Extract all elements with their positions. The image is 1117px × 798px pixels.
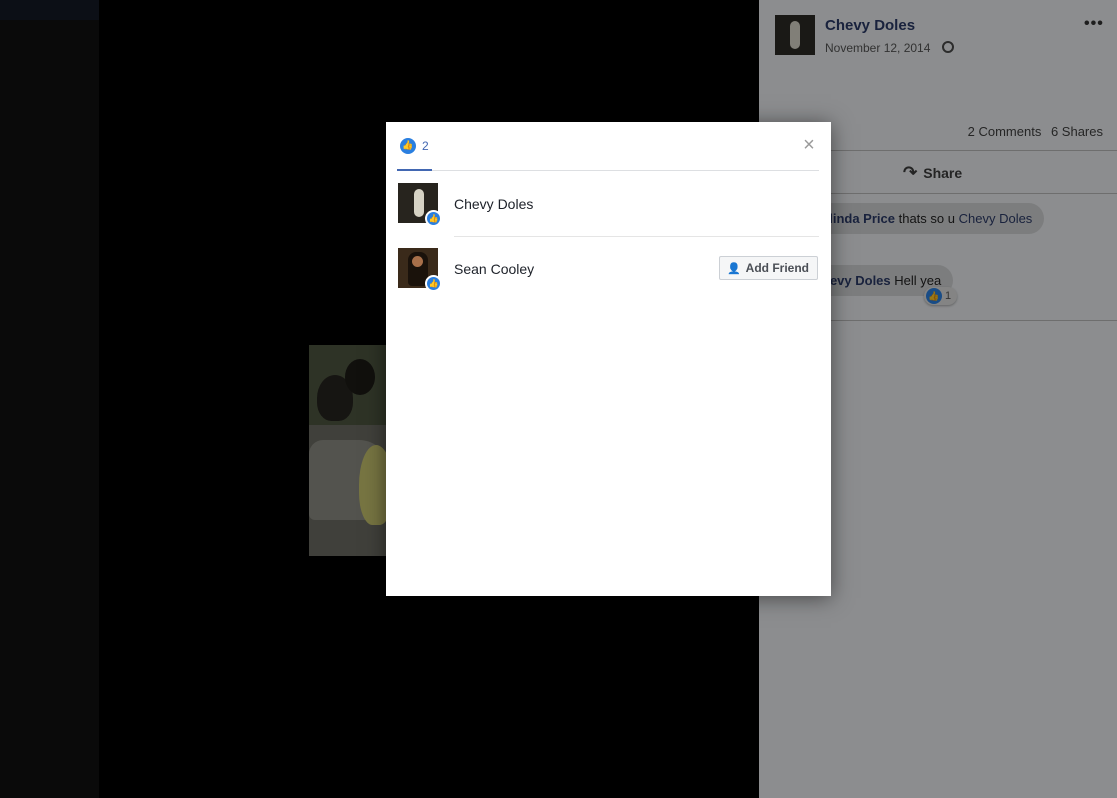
like-thumb-icon: 👍 [400, 137, 416, 154]
add-friend-label: Add Friend [745, 261, 809, 275]
close-icon[interactable]: × [800, 135, 818, 155]
like-thumb-icon: 👍 [425, 275, 442, 292]
list-item: 👍 Chevy Doles [397, 171, 819, 236]
reactor-name[interactable]: Sean Cooley [454, 261, 534, 277]
reactions-dialog: 👍 2 × 👍 Chevy Doles 👍 Sean Cooley 👤 Add … [386, 122, 831, 596]
reactor-name[interactable]: Chevy Doles [454, 196, 533, 212]
reactions-header: 👍 2 × [397, 122, 819, 171]
list-item: 👍 Sean Cooley 👤 Add Friend [397, 236, 819, 301]
add-friend-icon: 👤 [726, 262, 741, 275]
tab-all-reactions[interactable]: 👍 2 [397, 122, 432, 171]
tab-count: 2 [422, 138, 429, 153]
add-friend-button[interactable]: 👤 Add Friend [718, 256, 818, 280]
reactors-list: 👍 Chevy Doles 👍 Sean Cooley 👤 Add Friend [397, 171, 819, 301]
like-thumb-icon: 👍 [425, 210, 442, 227]
